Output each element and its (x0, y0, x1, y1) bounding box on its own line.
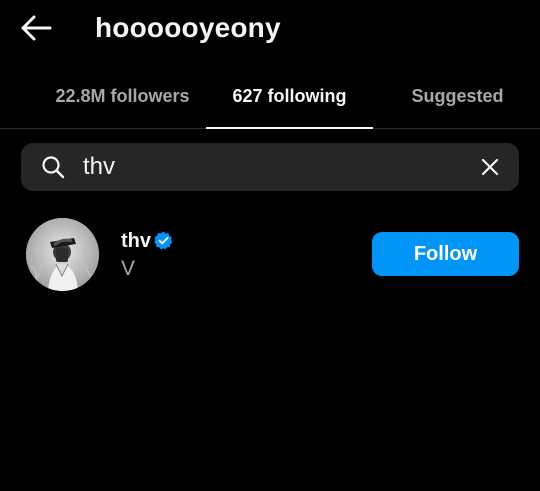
page-title: hoooooyeony (95, 12, 281, 43)
tab-bar: 22.8M followers 627 following Suggested (0, 72, 540, 129)
verified-badge-icon (154, 231, 173, 250)
arrow-left-icon (21, 15, 52, 41)
follow-button[interactable]: Follow (372, 232, 519, 276)
search-bar (21, 143, 519, 191)
avatar[interactable] (26, 218, 99, 291)
close-icon (481, 158, 499, 176)
tab-followers[interactable]: 22.8M followers (40, 72, 205, 128)
search-icon (41, 155, 65, 179)
clear-search-button[interactable] (479, 156, 501, 178)
tab-suggested[interactable]: Suggested (390, 72, 525, 128)
username[interactable]: thv (121, 229, 151, 253)
tab-following[interactable]: 627 following (206, 72, 373, 128)
back-button[interactable] (18, 12, 54, 44)
full-name: V (121, 257, 136, 280)
search-input[interactable] (83, 149, 463, 185)
top-bar: hoooooyeony (0, 0, 540, 56)
active-tab-indicator (206, 127, 373, 129)
list-item[interactable]: thv V Follow (0, 214, 540, 294)
